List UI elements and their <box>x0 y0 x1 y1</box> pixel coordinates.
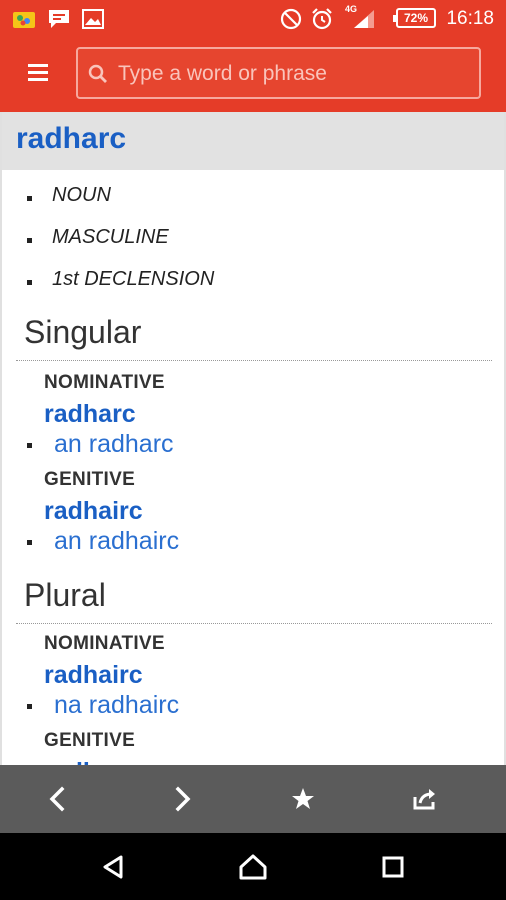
photos-icon <box>13 12 35 28</box>
menu-icon[interactable] <box>28 64 50 82</box>
bullet <box>27 704 32 709</box>
example-phrase[interactable]: an radharc <box>54 430 174 459</box>
bullet <box>27 280 32 285</box>
grammar-declension: 1st DECLENSION <box>52 268 215 290</box>
section-divider <box>16 623 492 624</box>
message-icon <box>49 10 69 28</box>
nav-recents-icon[interactable] <box>373 847 413 887</box>
back-icon[interactable] <box>38 779 78 819</box>
grammar-gender: MASCULINE <box>52 226 169 248</box>
do-not-disturb-icon <box>280 8 302 30</box>
case-label: GENITIVE <box>44 469 136 490</box>
section-title-plural: Plural <box>24 577 106 613</box>
forward-icon[interactable] <box>162 779 202 819</box>
inflected-form[interactable]: radhairc <box>44 661 143 690</box>
search-input[interactable] <box>118 57 468 91</box>
search-box[interactable] <box>76 47 481 99</box>
nav-home-icon[interactable] <box>233 847 273 887</box>
case-label: GENITIVE <box>44 730 136 751</box>
status-time: 16:18 <box>446 8 494 29</box>
image-icon <box>82 9 104 29</box>
case-label: NOMINATIVE <box>44 633 165 654</box>
battery-icon: 72% <box>393 8 436 28</box>
alarm-icon <box>312 8 332 30</box>
status-bar: 4G 72% 16:18 <box>0 0 506 36</box>
case-label: NOMINATIVE <box>44 372 165 393</box>
nav-back-icon[interactable] <box>93 847 133 887</box>
example-phrase[interactable]: na radhairc <box>54 691 179 720</box>
section-title-singular: Singular <box>24 314 142 350</box>
search-icon <box>88 64 107 83</box>
section-divider <box>16 360 492 361</box>
signal-icon <box>354 10 374 28</box>
example-phrase[interactable]: an radhairc <box>54 527 179 556</box>
app-bar <box>0 36 506 112</box>
share-icon[interactable] <box>405 779 445 819</box>
bullet <box>27 196 32 201</box>
headword-header: radharc <box>2 112 504 170</box>
bullet <box>27 238 32 243</box>
grammar-pos: NOUN <box>52 184 111 206</box>
bullet <box>27 443 32 448</box>
headword: radharc <box>16 122 127 155</box>
inflected-form[interactable]: radharc <box>44 400 136 429</box>
system-nav-bar <box>0 833 506 900</box>
inflected-form[interactable]: radharc <box>44 758 136 765</box>
bottom-toolbar <box>0 765 506 833</box>
inflected-form[interactable]: radhairc <box>44 497 143 526</box>
star-icon[interactable] <box>283 779 323 819</box>
entry-content[interactable]: radharc NOUN MASCULINE 1st DECLENSION Si… <box>0 112 506 765</box>
bullet <box>27 540 32 545</box>
